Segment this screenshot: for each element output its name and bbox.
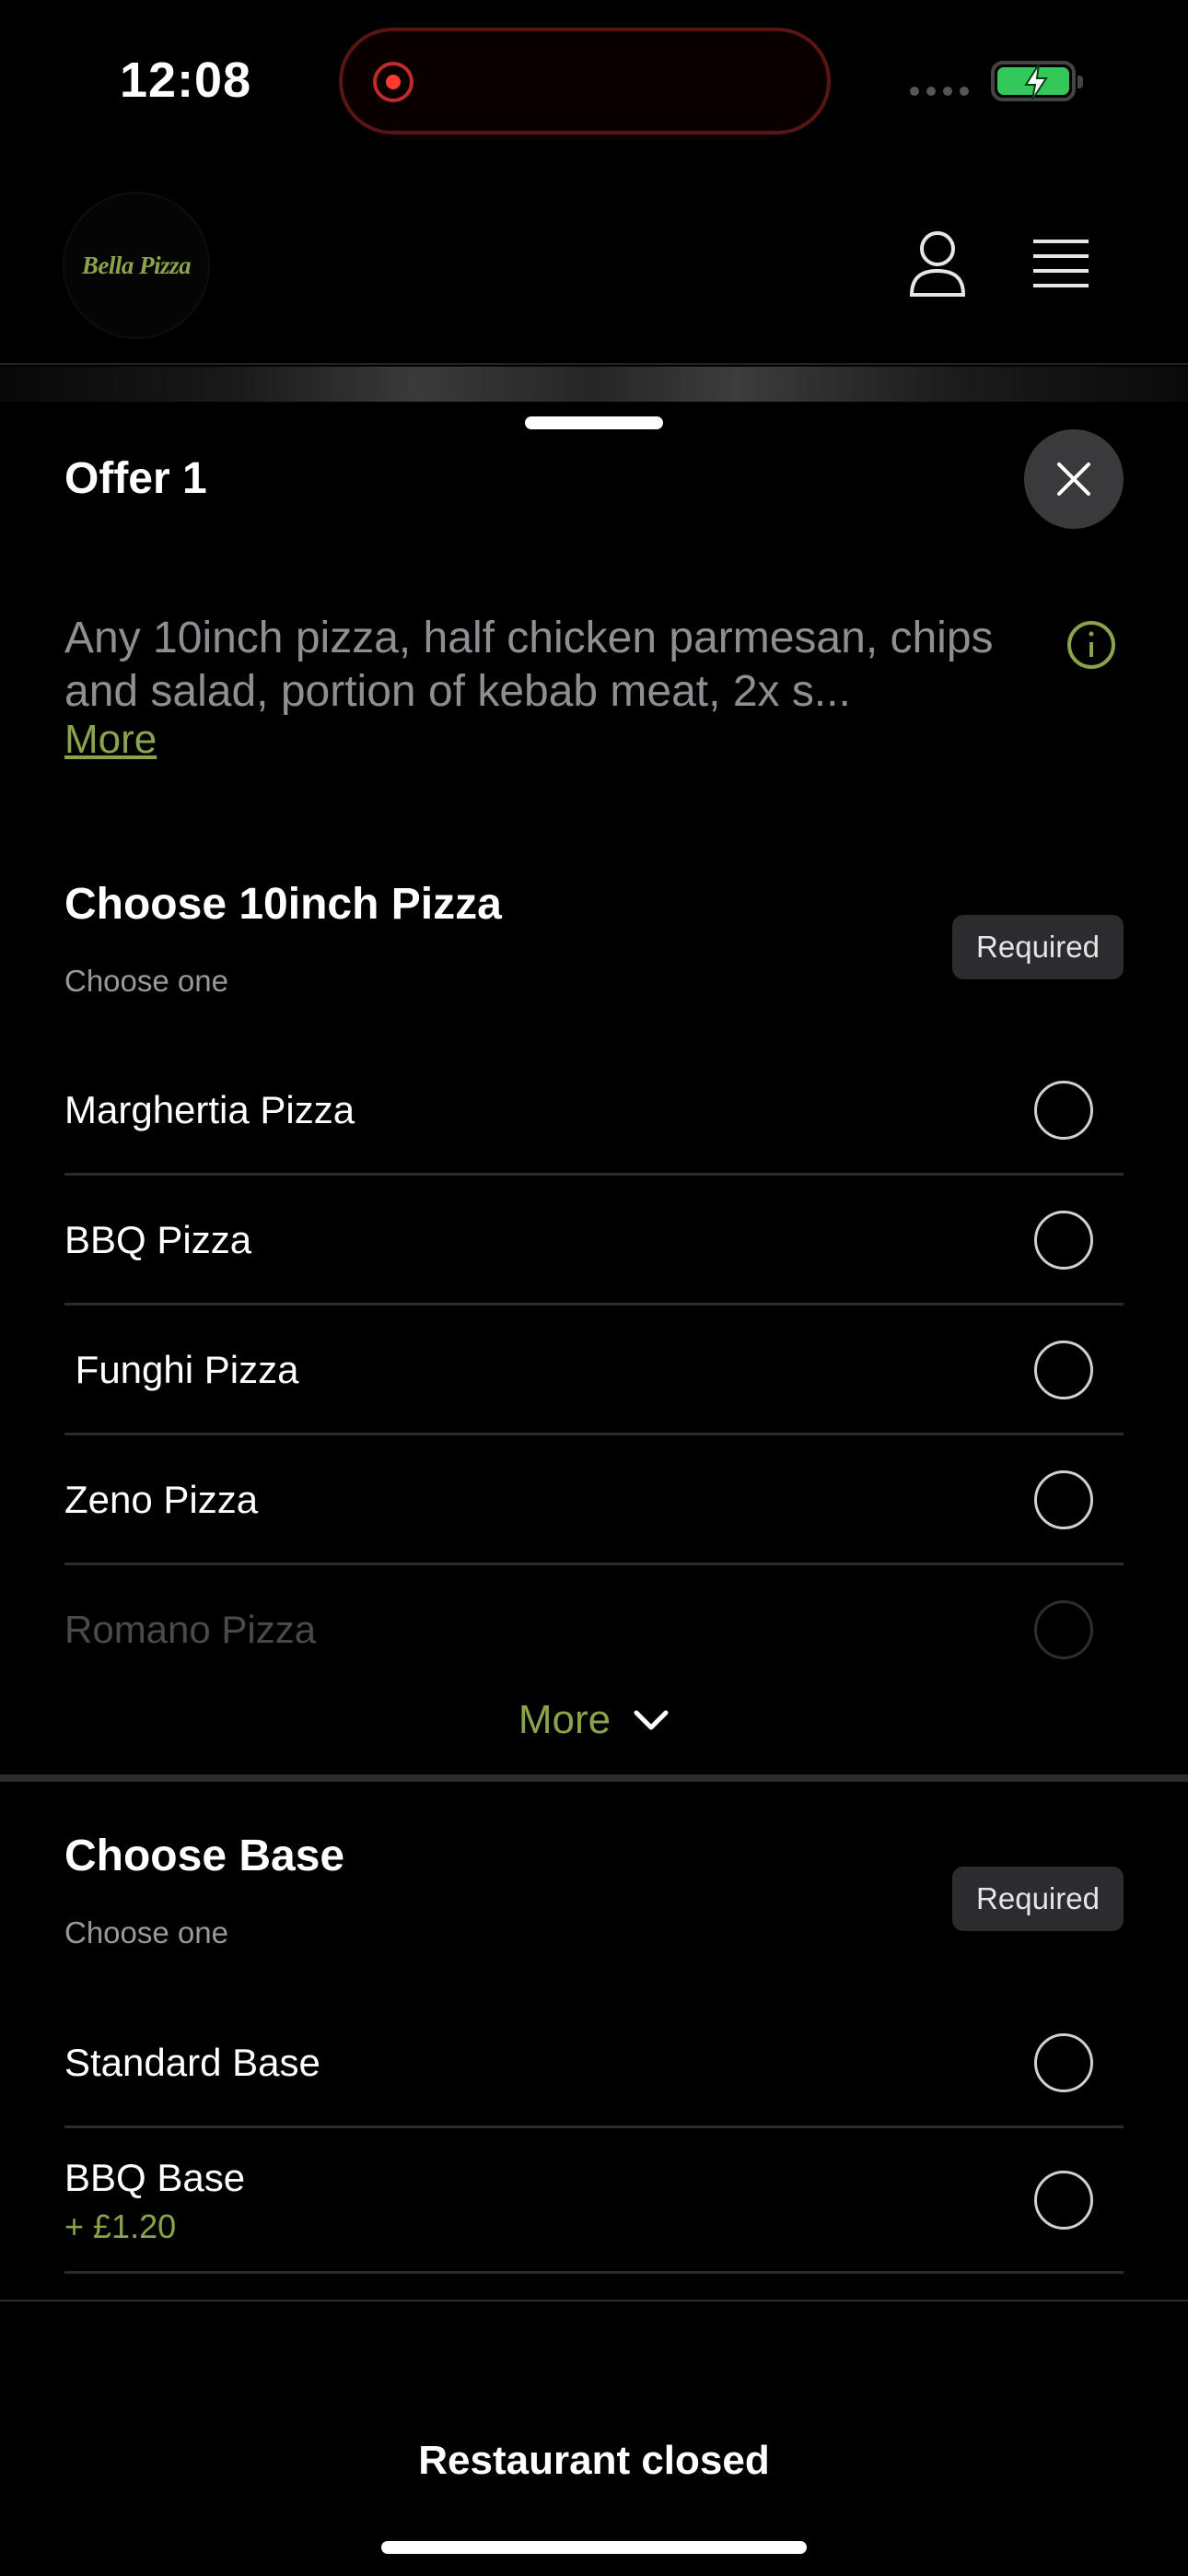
section-divider — [0, 1774, 1188, 1782]
section-subtitle: Choose one — [64, 964, 228, 998]
radio-button[interactable] — [1034, 1341, 1093, 1399]
info-icon[interactable] — [1066, 620, 1116, 674]
radio-button[interactable] — [1034, 1211, 1093, 1270]
option-row[interactable]: Romano Pizza — [64, 1565, 1124, 1695]
signal-icon — [910, 87, 969, 96]
dynamic-island — [339, 28, 831, 135]
hero-image-strip — [0, 367, 1188, 405]
restaurant-logo[interactable]: Bella Pizza — [64, 193, 208, 337]
hamburger-menu-icon[interactable] — [1031, 238, 1090, 294]
option-row[interactable]: Marghertia Pizza — [64, 1046, 1124, 1176]
radio-button[interactable] — [1034, 1600, 1093, 1659]
logo-text: Bella Pizza — [81, 251, 192, 279]
sheet-title: Offer 1 — [64, 454, 207, 503]
offer-description: Any 10inch pizza, half chicken parmesan,… — [64, 614, 994, 716]
section-title: Choose 10inch Pizza — [64, 880, 502, 929]
radio-button[interactable] — [1034, 1470, 1093, 1529]
screen-recording-icon — [373, 62, 413, 102]
show-more-label: More — [518, 1697, 611, 1742]
option-price: + £1.20 — [64, 2207, 177, 2245]
option-label: Zeno Pizza — [64, 1478, 259, 1521]
home-indicator — [381, 2541, 807, 2554]
radio-button[interactable] — [1034, 1081, 1093, 1140]
section-subtitle: Choose one — [64, 1915, 228, 1950]
option-label: Standard Base — [64, 2041, 320, 2084]
option-label: Funghi Pizza — [64, 1348, 299, 1391]
option-row[interactable]: BBQ Base + £1.20 — [64, 2128, 1124, 2274]
option-label: Romano Pizza — [64, 1608, 317, 1651]
required-badge: Required — [952, 1867, 1124, 1931]
show-more-button[interactable]: More — [0, 1697, 1188, 1743]
restaurant-status-label: Restaurant closed — [418, 2438, 770, 2483]
status-bar: 12:08 — [0, 0, 1188, 166]
close-icon — [1057, 463, 1090, 496]
radio-button[interactable] — [1034, 2171, 1093, 2230]
app-header: Bella Pizza — [0, 175, 1188, 365]
option-row[interactable]: Standard Base — [64, 1998, 1124, 2128]
option-row[interactable]: Funghi Pizza — [64, 1306, 1124, 1435]
chevron-down-icon — [634, 1710, 669, 1730]
option-row[interactable]: BBQ Pizza — [64, 1176, 1124, 1306]
offer-sheet: Offer 1 Any 10inch pizza, half chicken p… — [0, 402, 1188, 2576]
sheet-grabber[interactable] — [525, 416, 663, 429]
section-title: Choose Base — [64, 1832, 345, 1880]
option-label: BBQ Base — [64, 2156, 246, 2199]
close-button[interactable] — [1024, 429, 1124, 529]
option-label: Marghertia Pizza — [64, 1088, 355, 1131]
battery-charging-icon — [991, 61, 1083, 101]
radio-button[interactable] — [1034, 2033, 1093, 2092]
option-label: BBQ Pizza — [64, 1218, 252, 1261]
required-badge: Required — [952, 915, 1124, 979]
option-row[interactable]: Zeno Pizza — [64, 1435, 1124, 1565]
account-icon[interactable] — [908, 230, 967, 303]
status-time: 12:08 — [120, 53, 252, 108]
description-more-link[interactable]: More — [64, 717, 157, 763]
footer-bar: Restaurant closed — [0, 2300, 1188, 2576]
